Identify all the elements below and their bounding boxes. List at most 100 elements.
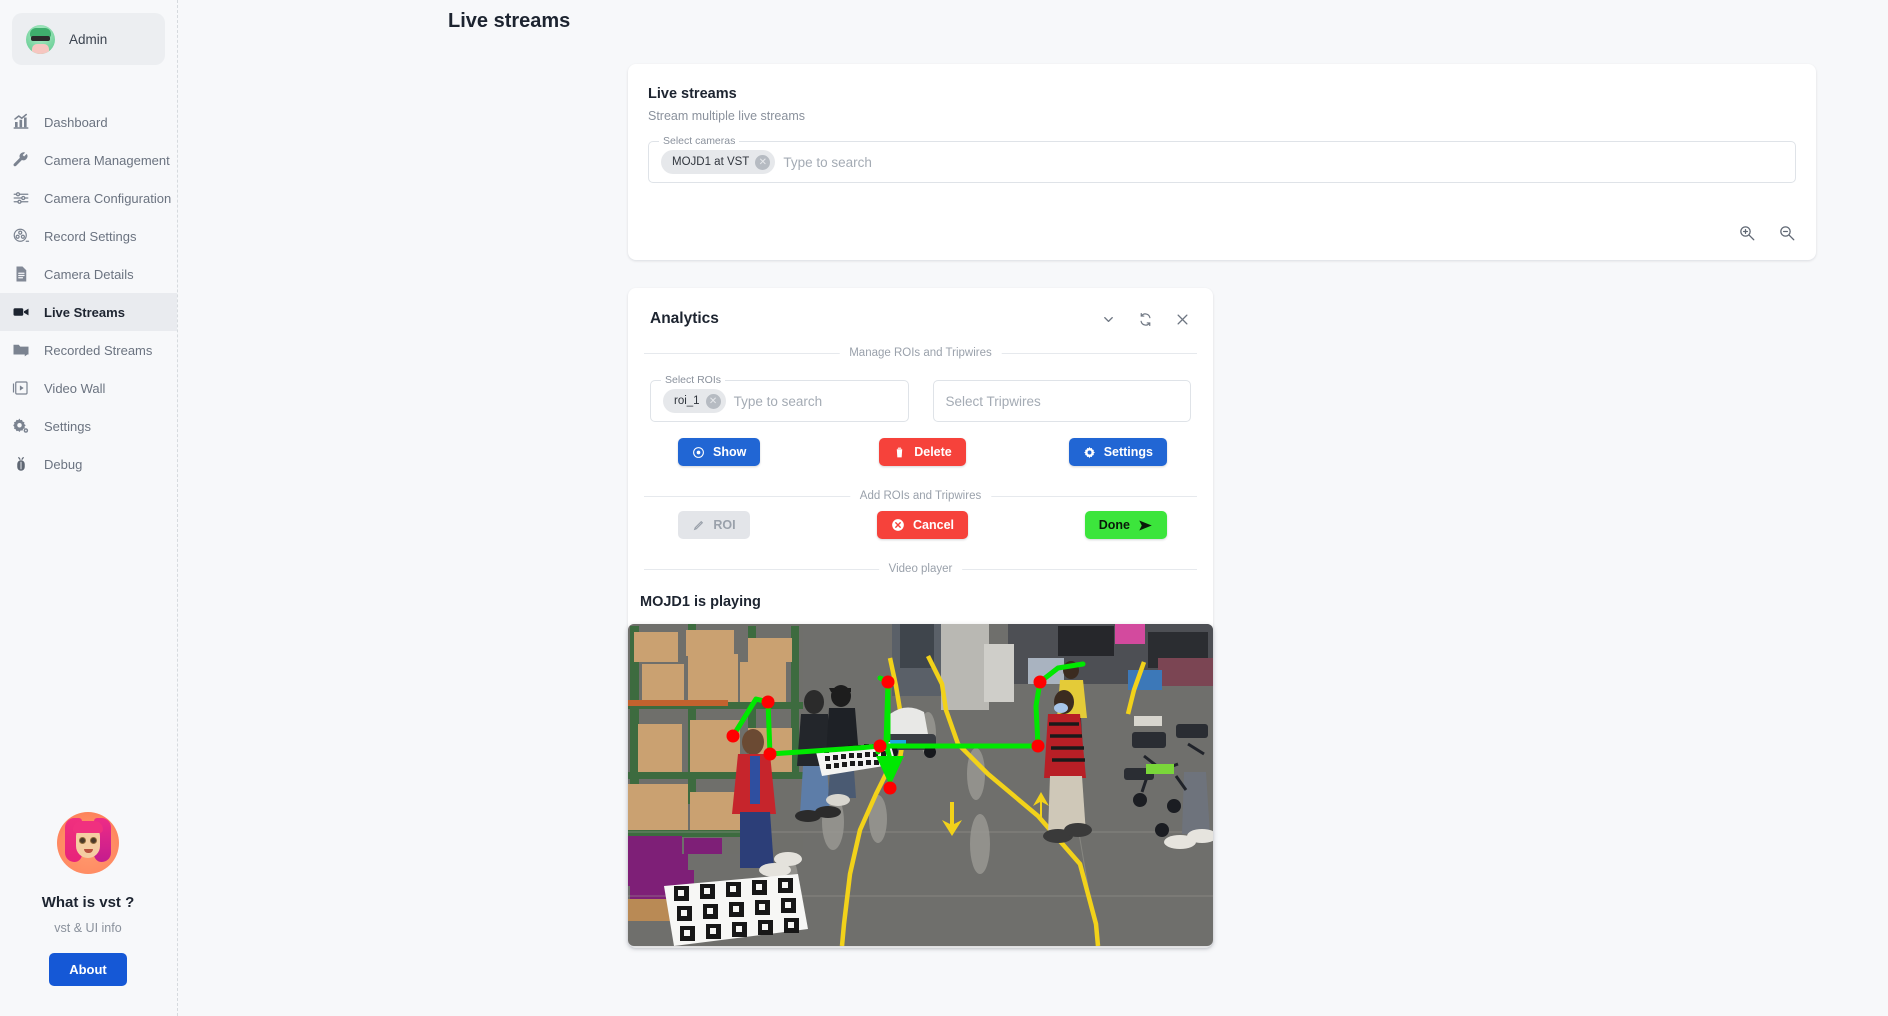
sidebar-item-settings[interactable]: Settings xyxy=(0,407,177,445)
bug-icon xyxy=(12,455,30,473)
sidebar-item-record-settings[interactable]: Record Settings xyxy=(0,217,177,255)
sidebar-item-label: Camera Management xyxy=(44,152,170,168)
chart-bar-icon xyxy=(12,113,30,131)
send-arrow-icon xyxy=(1138,518,1153,533)
sidebar-item-recorded-streams[interactable]: Recorded Streams xyxy=(0,331,177,369)
add-section-divider: Add ROIs and Tripwires xyxy=(644,490,1197,502)
main-content: Live streams Live streams Stream multipl… xyxy=(178,0,1888,1016)
add-buttons-row: ROI Cancel Done xyxy=(628,511,1213,539)
zoom-in-icon[interactable] xyxy=(1738,224,1756,242)
analytics-card: Analytics Manage ROIs and Tripwires Sele… xyxy=(628,288,1213,948)
done-button[interactable]: Done xyxy=(1084,511,1167,539)
zoom-controls xyxy=(1738,224,1796,242)
sidebar-item-dashboard[interactable]: Dashboard xyxy=(0,103,177,141)
delete-button[interactable]: Delete xyxy=(879,438,966,466)
add-section-label: Add ROIs and Tripwires xyxy=(849,490,992,502)
film-reel-icon xyxy=(12,227,30,245)
sidebar-nav: Dashboard Camera Management Camera Confi… xyxy=(0,103,177,483)
sidebar-item-video-wall[interactable]: Video Wall xyxy=(0,369,177,407)
sliders-icon xyxy=(12,189,30,207)
vst-avatar xyxy=(57,812,119,874)
camera-search-input[interactable]: Type to search xyxy=(783,155,872,170)
live-streams-card: Live streams Stream multiple live stream… xyxy=(628,64,1816,260)
manage-buttons-row: Show Delete Settings xyxy=(628,438,1213,466)
close-icon[interactable] xyxy=(1174,311,1191,328)
about-button[interactable]: About xyxy=(49,953,127,986)
select-rois-legend: Select ROIs xyxy=(661,374,726,386)
sidebar-item-label: Record Settings xyxy=(44,228,137,244)
video-player[interactable]: 0%#8c8b86 45%#77766f 100%#5f5e58 0%#e9e8… xyxy=(628,624,1213,946)
camera-chip[interactable]: MOJD1 at VST ✕ xyxy=(661,150,776,174)
gear-icon xyxy=(12,417,30,435)
folder-play-icon xyxy=(12,341,30,359)
trash-icon xyxy=(893,446,906,459)
select-rois-field[interactable]: Select ROIs roi_1 ✕ Type to search xyxy=(650,374,909,422)
select-tripwires-field[interactable]: Select Tripwires xyxy=(932,380,1191,422)
video-camera-icon xyxy=(12,303,30,321)
sidebar-item-label: Video Wall xyxy=(44,380,106,396)
sidebar-item-label: Settings xyxy=(44,418,91,434)
roi-search-input[interactable]: Type to search xyxy=(734,394,823,409)
sidebar-item-camera-configuration[interactable]: Camera Configuration xyxy=(0,179,177,217)
roi-chip[interactable]: roi_1 ✕ xyxy=(663,389,726,413)
pencil-icon xyxy=(692,519,705,532)
player-title: MOJD1 is playing xyxy=(640,594,761,610)
vst-promo-title: What is vst ? xyxy=(41,894,135,911)
profile-chip[interactable]: Admin xyxy=(12,13,165,65)
sidebar-item-label: Camera Configuration xyxy=(44,190,172,206)
card-title: Live streams xyxy=(648,86,737,102)
sidebar-item-camera-management[interactable]: Camera Management xyxy=(0,141,177,179)
close-icon[interactable]: ✕ xyxy=(755,154,771,170)
sidebar-item-debug[interactable]: Debug xyxy=(0,445,177,483)
select-cameras-field[interactable]: Select cameras MOJD1 at VST ✕ Type to se… xyxy=(648,135,1796,183)
app-root: Admin Dashboard Camera Management Camera… xyxy=(0,0,1888,1016)
manage-section-label: Manage ROIs and Tripwires xyxy=(839,347,1002,359)
roi-button-label: ROI xyxy=(713,518,736,532)
roi-tripwire-row: Select ROIs roi_1 ✕ Type to search Selec… xyxy=(628,354,1213,422)
vst-promo-subtitle: vst & UI info xyxy=(54,921,122,935)
cancel-circle-icon xyxy=(891,518,905,532)
sidebar-item-label: Camera Details xyxy=(44,266,134,282)
page-title: Live streams xyxy=(448,10,571,32)
zoom-out-icon[interactable] xyxy=(1778,224,1796,242)
video-frame: 0%#8c8b86 45%#77766f 100%#5f5e58 0%#e9e8… xyxy=(628,624,1213,946)
close-icon[interactable]: ✕ xyxy=(705,393,721,409)
done-button-label: Done xyxy=(1098,518,1130,532)
sidebar-item-camera-details[interactable]: Camera Details xyxy=(0,255,177,293)
roi-button[interactable]: ROI xyxy=(678,511,750,539)
analytics-title: Analytics xyxy=(650,310,719,327)
manage-section-divider: Manage ROIs and Tripwires xyxy=(644,347,1197,359)
show-button[interactable]: Show xyxy=(678,438,761,466)
gear-icon xyxy=(1083,446,1096,459)
video-section-label: Video player xyxy=(878,563,963,575)
cancel-button[interactable]: Cancel xyxy=(877,511,968,539)
avatar xyxy=(26,24,55,54)
eye-icon xyxy=(692,446,705,459)
sidebar-item-label: Live Streams xyxy=(44,304,125,320)
camera-chip-label: MOJD1 at VST xyxy=(672,156,750,168)
analytics-header: Analytics xyxy=(628,288,1213,328)
video-section-divider: Video player xyxy=(644,563,1197,575)
tripwires-select-placeholder[interactable]: Select Tripwires xyxy=(946,394,1041,409)
delete-button-label: Delete xyxy=(914,445,952,459)
wrench-icon xyxy=(12,151,30,169)
settings-button-label: Settings xyxy=(1103,445,1153,459)
profile-name: Admin xyxy=(69,31,108,47)
chevron-down-icon[interactable] xyxy=(1100,311,1117,328)
refresh-icon[interactable] xyxy=(1137,311,1154,328)
sidebar-item-label: Dashboard xyxy=(44,114,108,130)
select-cameras-legend: Select cameras xyxy=(659,135,740,147)
sidebar-item-live-streams[interactable]: Live Streams xyxy=(0,293,177,331)
sidebar: Admin Dashboard Camera Management Camera… xyxy=(0,0,178,1016)
analytics-header-actions xyxy=(1100,311,1191,328)
settings-button[interactable]: Settings xyxy=(1068,438,1167,466)
sidebar-item-label: Recorded Streams xyxy=(44,342,153,358)
show-button-label: Show xyxy=(713,445,747,459)
cancel-button-label: Cancel xyxy=(913,518,954,532)
card-subtitle: Stream multiple live streams xyxy=(648,109,805,123)
roi-chip-label: roi_1 xyxy=(674,395,700,407)
document-icon xyxy=(12,265,30,283)
sidebar-item-label: Debug xyxy=(44,456,83,472)
video-wall-icon xyxy=(12,379,30,397)
vst-promo: What is vst ? vst & UI info About xyxy=(0,812,176,986)
